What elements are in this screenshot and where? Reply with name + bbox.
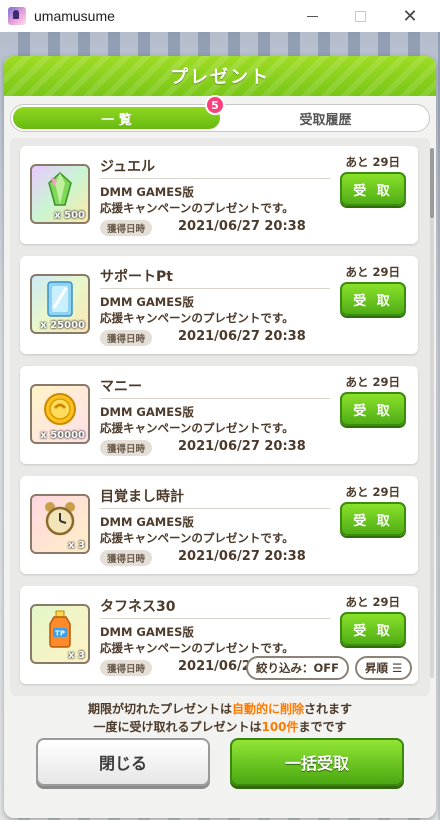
item-name: マニー: [100, 379, 142, 395]
item-description-line2: 応援キャンペーンのプレゼントです。: [100, 641, 294, 655]
close-button[interactable]: 閉じる: [36, 738, 210, 786]
close-icon: ✕: [402, 5, 418, 27]
item-name: サポートPt: [100, 269, 173, 285]
remaining-days: あと 29日: [345, 485, 400, 499]
item-description-line1: DMM GAMES版: [100, 515, 194, 529]
item-description-line1: DMM GAMES版: [100, 625, 194, 639]
name-divider: [100, 288, 330, 289]
acquired-date: 2021/06/27 20:38: [178, 219, 306, 234]
window-titlebar: umamusume ✕: [0, 0, 440, 32]
maximize-icon: [354, 10, 366, 22]
item-description-line2: 応援キャンペーンのプレゼントです。: [100, 201, 294, 215]
receive-button[interactable]: 受 取: [340, 172, 406, 206]
unread-count-badge: 5: [205, 95, 225, 115]
notice-line1-highlight: 自動的に削除: [231, 702, 304, 716]
remaining-days: あと 29日: [345, 265, 400, 279]
svg-text:TP: TP: [55, 629, 65, 637]
item-quantity: x 50000: [40, 430, 85, 441]
acquired-date: 2021/06/27 20:38: [178, 549, 306, 564]
maximize-button[interactable]: [336, 0, 384, 32]
acquired-label: 獲得日時: [100, 550, 153, 566]
acquired-date: 2021/06/27 20:38: [178, 329, 306, 344]
remaining-days: あと 29日: [345, 595, 400, 609]
receive-button[interactable]: 受 取: [340, 612, 406, 646]
receive-button[interactable]: 受 取: [340, 282, 406, 316]
present-card: x 25000 サポートPt DMM GAMES版応援キャンペーンのプレゼントです。…: [20, 256, 418, 354]
present-card: x 500 ジュエル DMM GAMES版応援キャンペーンのプレゼントです。 獲得日時…: [20, 146, 418, 244]
remaining-days: あと 29日: [345, 375, 400, 389]
name-divider: [100, 178, 330, 179]
tab-history[interactable]: 受取履歴: [222, 105, 429, 131]
minimize-button[interactable]: [288, 0, 336, 32]
scrollbar-thumb[interactable]: [430, 148, 434, 218]
item-description: DMM GAMES版応援キャンペーンのプレゼントです。: [100, 404, 294, 436]
filter-row: 絞り込み：OFF 昇順 ☰: [246, 656, 413, 680]
item-description-line2: 応援キャンペーンのプレゼントです。: [100, 421, 294, 435]
support-point-icon: x 25000: [30, 274, 90, 334]
notice-line2-a: 一度に受け取れるプレゼントは: [93, 720, 262, 734]
filter-button[interactable]: 絞り込み：OFF: [246, 656, 349, 680]
app-icon: [8, 7, 26, 25]
acquired-label: 獲得日時: [100, 660, 153, 676]
window-close-button[interactable]: ✕: [386, 0, 434, 32]
dialog-title: プレゼント: [170, 67, 270, 88]
notice-line1-c: されます: [304, 702, 353, 716]
item-description: DMM GAMES版応援キャンペーンのプレゼントです。: [100, 184, 294, 216]
item-description-line1: DMM GAMES版: [100, 295, 194, 309]
expiry-notice: 期限が切れたプレゼントは自動的に削除されます: [4, 700, 436, 717]
name-divider: [100, 618, 330, 619]
item-name: ジュエル: [100, 159, 156, 175]
name-divider: [100, 398, 330, 399]
receive-button[interactable]: 受 取: [340, 392, 406, 426]
tab-bar: 一 覧 受取履歴 5: [10, 95, 430, 132]
notice-line1-a: 期限が切れたプレゼントは: [87, 702, 232, 716]
acquired-label: 獲得日時: [100, 440, 153, 456]
window-title: umamusume: [34, 8, 115, 24]
item-name: タフネス30: [100, 599, 176, 615]
item-quantity: x 500: [54, 210, 85, 221]
notice-line2-c: までです: [298, 720, 347, 734]
sort-order-button[interactable]: 昇順 ☰: [355, 656, 413, 680]
receive-all-button[interactable]: 一括受取: [230, 738, 404, 786]
item-quantity: x 3: [68, 650, 85, 661]
present-dialog: プレゼント 一 覧 受取履歴 5 x 500 ジュエル DMM GAMES版 応援キャ…: [4, 56, 436, 818]
remaining-days: あと 29日: [345, 155, 400, 169]
item-description-line1: DMM GAMES版: [100, 185, 194, 199]
receive-button[interactable]: 受 取: [340, 502, 406, 536]
tab-list[interactable]: 一 覧: [13, 107, 220, 129]
list-scrollbar[interactable]: [430, 148, 434, 678]
acquired-date: 2021/06/27 20:38: [178, 439, 306, 454]
name-divider: [100, 508, 330, 509]
money-icon: x 50000: [30, 384, 90, 444]
item-description-line1: DMM GAMES版: [100, 405, 194, 419]
item-description: DMM GAMES版応援キャンペーンのプレゼントです。: [100, 514, 294, 546]
present-list[interactable]: x 500 ジュエル DMM GAMES版 応援キャンペーンのプレゼントです。 獲得日時…: [10, 138, 430, 696]
jewel-icon: x 500: [30, 164, 90, 224]
item-quantity: x 25000: [40, 320, 85, 331]
acquired-label: 獲得日時: [100, 330, 153, 346]
item-description: DMM GAMES版応援キャンペーンのプレゼントです。: [100, 624, 294, 656]
item-description: DMM GAMES版応援キャンペーンのプレゼントです。: [100, 294, 294, 326]
item-quantity: x 3: [68, 540, 85, 551]
minimize-icon: [306, 15, 318, 17]
tp-bottle-icon: TP x 3: [30, 604, 90, 664]
acquired-label: 獲得日時: [100, 220, 153, 236]
item-description-line2: 応援キャンペーンのプレゼントです。: [100, 311, 294, 325]
item-description-line2: 応援キャンペーンのプレゼントです。: [100, 531, 294, 545]
dialog-header: プレゼント: [4, 56, 436, 96]
present-card: x 3 目覚まし時計 DMM GAMES版応援キャンペーンのプレゼントです。 獲得日時…: [20, 476, 418, 574]
present-card: x 50000 マニー DMM GAMES版応援キャンペーンのプレゼントです。 獲得日…: [20, 366, 418, 464]
item-name: 目覚まし時計: [100, 489, 184, 505]
notice-line2-highlight: 100件: [261, 720, 299, 734]
limit-notice: 一度に受け取れるプレゼントは100件までです: [4, 718, 436, 735]
alarm-clock-icon: x 3: [30, 494, 90, 554]
